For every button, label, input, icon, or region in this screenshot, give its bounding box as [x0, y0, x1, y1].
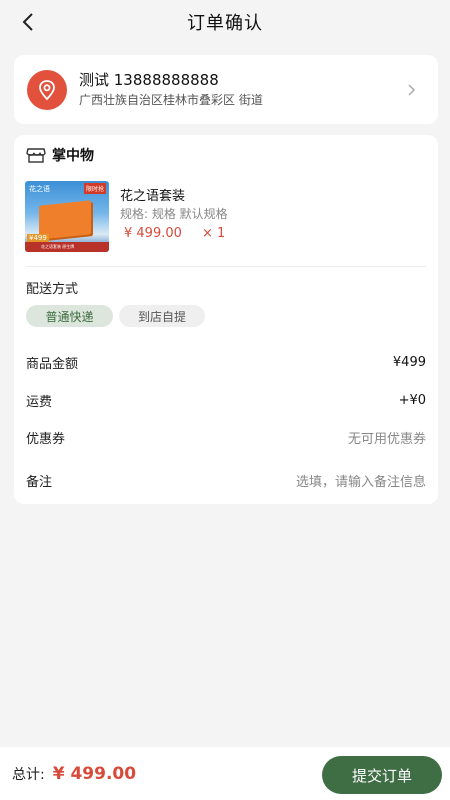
address-card[interactable]: 测试 13888888888 广西壮族自治区桂林市叠彩区 街道 — [14, 55, 438, 124]
product-quantity: × 1 — [202, 226, 226, 241]
address-text: 测试 13888888888 广西壮族自治区桂林市叠彩区 街道 — [79, 70, 400, 109]
product-name: 花之语套装 — [120, 189, 186, 204]
note-row: 备注 选填，请输入备注信息 — [26, 470, 426, 490]
product-image-brand: 花之语 — [29, 185, 50, 193]
chevron-left-icon — [22, 13, 33, 31]
freight-row: 运费 +¥0 — [26, 390, 426, 410]
product-spec: 规格: 规格 默认规格 — [120, 207, 228, 221]
total-value: ¥ 499.00 — [52, 763, 137, 784]
bottom-bar: 总计: ¥ 499.00 提交订单 — [0, 747, 450, 800]
product-image-price: ¥499 — [27, 234, 49, 242]
total-label: 总计: — [12, 766, 45, 783]
coupon-row[interactable]: 优惠券 无可用优惠券 — [26, 427, 426, 447]
product-image-strip: 花之语套装 原生牌 — [25, 242, 109, 252]
note-input[interactable]: 选填，请输入备注信息 — [296, 471, 426, 490]
recipient-name-phone: 测试 13888888888 — [79, 71, 219, 89]
shop-name: 掌中物 — [52, 148, 94, 164]
shipping-method-label: 配送方式 — [26, 282, 79, 297]
chevron-right-icon — [400, 83, 424, 97]
shipping-option-pickup[interactable]: 到店自提 — [119, 305, 205, 327]
product-image-badge: 限时抢 — [83, 183, 106, 194]
store-icon — [26, 148, 46, 163]
shop-header: 掌中物 — [26, 144, 94, 166]
goods-amount-row: 商品金额 ¥499 — [26, 352, 426, 372]
shipping-option-express[interactable]: 普通快递 — [26, 305, 113, 327]
freight-label: 运费 — [26, 394, 53, 410]
note-label: 备注 — [26, 474, 53, 490]
location-pin-icon — [27, 69, 67, 110]
divider — [26, 266, 426, 267]
submit-order-button[interactable]: 提交订单 — [322, 756, 442, 794]
goods-amount-label: 商品金额 — [26, 356, 79, 372]
product-image[interactable]: 花之语 限时抢 ¥499 花之语套装 原生牌 — [25, 181, 109, 252]
coupon-label: 优惠券 — [26, 431, 66, 447]
back-button[interactable] — [14, 8, 42, 36]
order-card: 掌中物 花之语 限时抢 ¥499 花之语套装 原生牌 花之语套装 规格: 规格 … — [14, 135, 438, 504]
top-bar: 订单确认 — [0, 0, 450, 44]
goods-amount-value: ¥499 — [392, 354, 426, 370]
page-title: 订单确认 — [187, 13, 263, 34]
address-detail: 广西壮族自治区桂林市叠彩区 街道 — [79, 93, 263, 107]
product-price: ¥ 499.00 — [124, 226, 182, 241]
coupon-value: 无可用优惠券 — [347, 431, 426, 447]
freight-value: +¥0 — [398, 392, 426, 408]
